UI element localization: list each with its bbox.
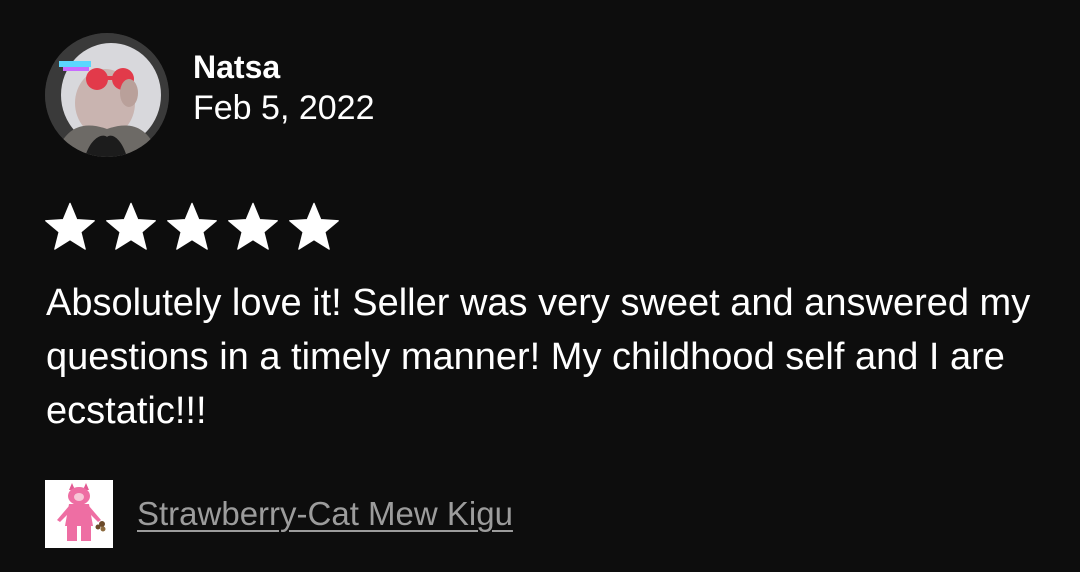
- avatar-image: [45, 33, 169, 157]
- reviewer-info: Natsa Feb 5, 2022: [193, 47, 374, 129]
- product-link[interactable]: Strawberry-Cat Mew Kigu: [137, 495, 513, 533]
- review-card: Natsa Feb 5, 2022 Absolutely love it! Se…: [0, 0, 1080, 572]
- reviewer-name[interactable]: Natsa: [193, 47, 374, 87]
- star-icon: [106, 202, 156, 250]
- product-thumbnail[interactable]: [45, 480, 113, 548]
- reviewer-header: Natsa Feb 5, 2022: [45, 33, 374, 157]
- star-rating: [44, 202, 340, 252]
- star-icon: [289, 202, 339, 250]
- pink-cat-kigurumi-icon: [45, 480, 113, 548]
- star-icon: [228, 202, 278, 250]
- review-text: Absolutely love it! Seller was very swee…: [46, 282, 1031, 432]
- star-icon: [167, 202, 217, 250]
- reviewed-product[interactable]: Strawberry-Cat Mew Kigu: [45, 480, 513, 548]
- star-icon: [45, 202, 95, 250]
- avatar[interactable]: [45, 33, 169, 157]
- review-date: Feb 5, 2022: [193, 89, 375, 127]
